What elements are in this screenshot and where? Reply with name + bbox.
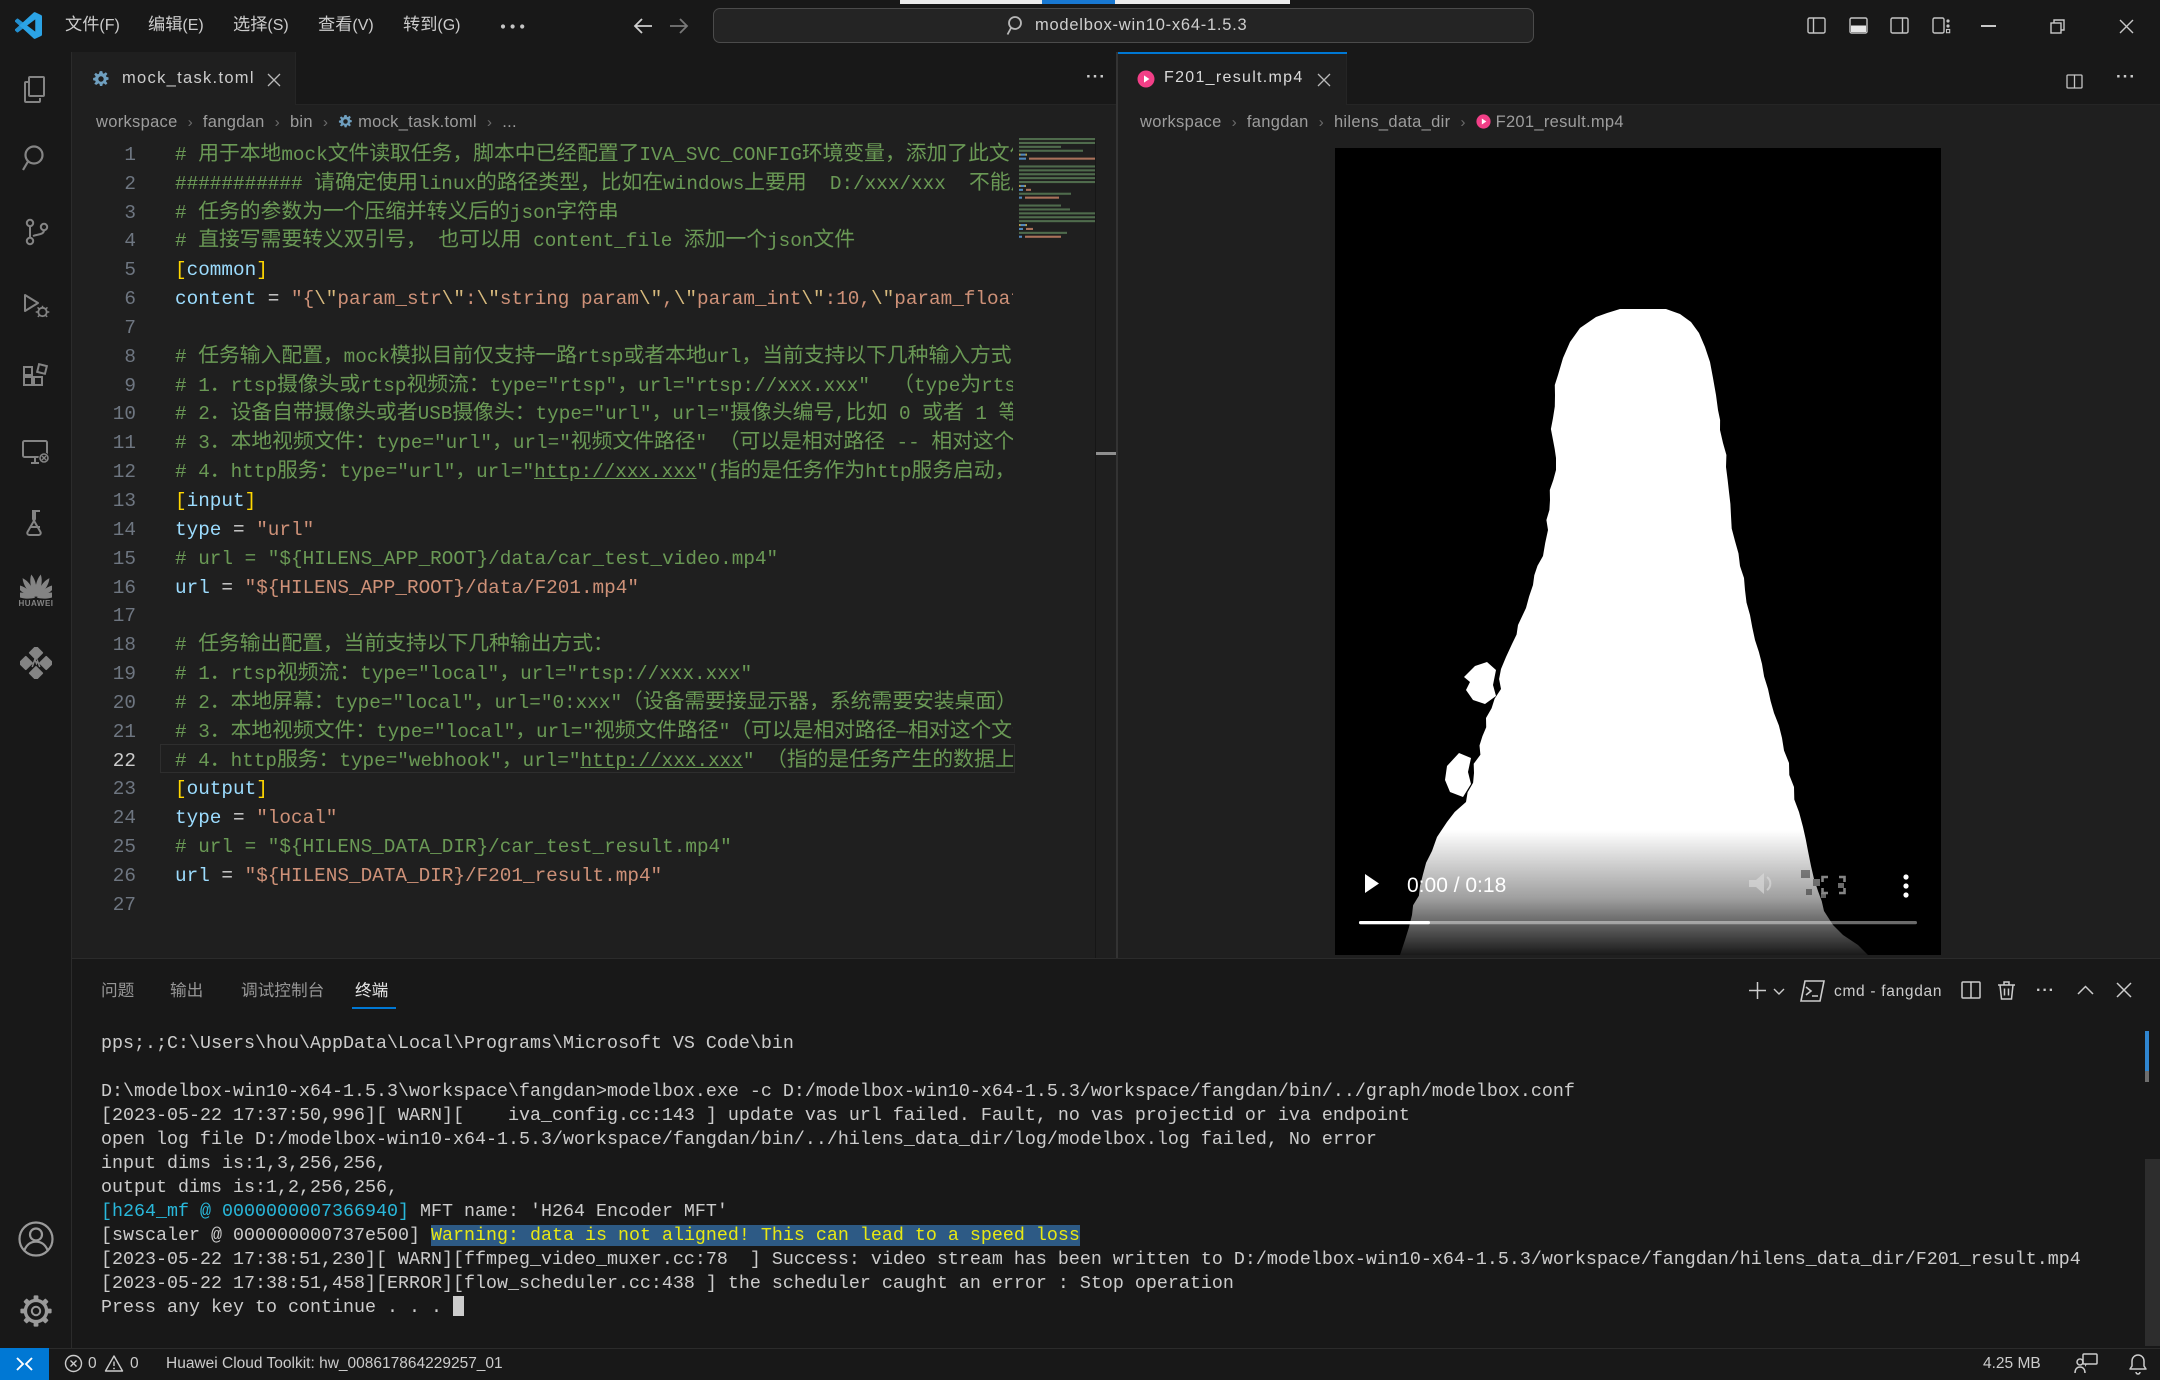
svg-text:0:00 / 0:18: 0:00 / 0:18 (1407, 874, 1506, 897)
